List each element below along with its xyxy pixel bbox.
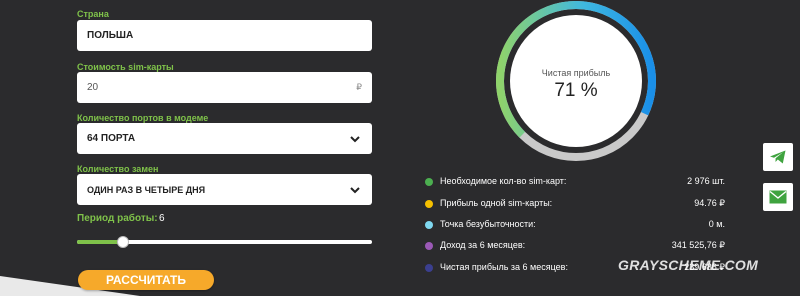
stat-label: Доход за 6 месяцев:	[440, 240, 526, 250]
chevron-down-icon	[350, 135, 360, 142]
replacements-label: Количество замен	[77, 164, 159, 174]
stat-label: Точка безубыточности:	[440, 219, 536, 229]
stat-value: 0 м.	[708, 219, 725, 229]
stat-dot	[425, 178, 433, 186]
replacements-value: ОДИН РАЗ В ЧЕТЫРЕ ДНЯ	[87, 184, 206, 195]
stat-value: 94.76 ₽	[694, 198, 725, 208]
watermark: GRAYSCHEME.COM	[618, 257, 759, 273]
stat-dot	[425, 221, 433, 229]
country-field[interactable]: ПОЛЬША	[77, 20, 372, 51]
period-label: Период работы:	[77, 213, 158, 224]
stat-value: 2 976 шт.	[687, 176, 725, 186]
calculate-button[interactable]: РАССЧИТАТЬ	[78, 270, 214, 290]
sim-cost-value: 20	[87, 82, 99, 93]
ports-value: 64 ПОРТА	[87, 133, 136, 144]
slider-thumb[interactable]	[116, 236, 129, 248]
stat-label: Чистая прибыль за 6 месяцев:	[440, 262, 568, 272]
ports-label: Количество портов в модеме	[77, 113, 209, 123]
stat-row: Необходимое кол-во sim-карт: 2 976 шт.	[425, 176, 725, 190]
currency-unit: ₽	[356, 82, 362, 92]
stat-row: Прибыль одной sim-карты: 94.76 ₽	[425, 198, 725, 212]
stat-value: 341 525,76 ₽	[671, 240, 725, 250]
stat-row: Доход за 6 месяцев: 341 525,76 ₽	[425, 240, 725, 254]
mail-icon	[769, 190, 787, 204]
telegram-icon	[770, 150, 786, 164]
stat-dot	[425, 264, 433, 272]
stat-dot	[425, 200, 433, 208]
stat-label: Прибыль одной sim-карты:	[440, 198, 553, 208]
period-value: 6	[159, 213, 165, 224]
sim-cost-label: Стоимость sim-карты	[77, 62, 174, 72]
telegram-button[interactable]	[763, 143, 793, 171]
ports-select[interactable]: 64 ПОРТА	[77, 123, 372, 154]
replacements-select[interactable]: ОДИН РАЗ В ЧЕТЫРЕ ДНЯ	[77, 174, 372, 205]
slider-fill	[77, 240, 123, 244]
chevron-down-icon	[350, 186, 360, 193]
stat-row: Точка безубыточности: 0 м.	[425, 219, 725, 233]
country-label: Страна	[77, 9, 109, 19]
period-slider[interactable]	[77, 236, 372, 248]
sim-cost-input[interactable]: 20 ₽	[77, 72, 372, 103]
gauge-value: 71 %	[554, 80, 598, 101]
gauge-title: Чистая прибыль	[541, 68, 611, 78]
stat-dot	[425, 242, 433, 250]
mail-button[interactable]	[763, 183, 793, 211]
country-value: ПОЛЬША	[87, 30, 134, 41]
stat-label: Необходимое кол-во sim-карт:	[440, 176, 567, 186]
